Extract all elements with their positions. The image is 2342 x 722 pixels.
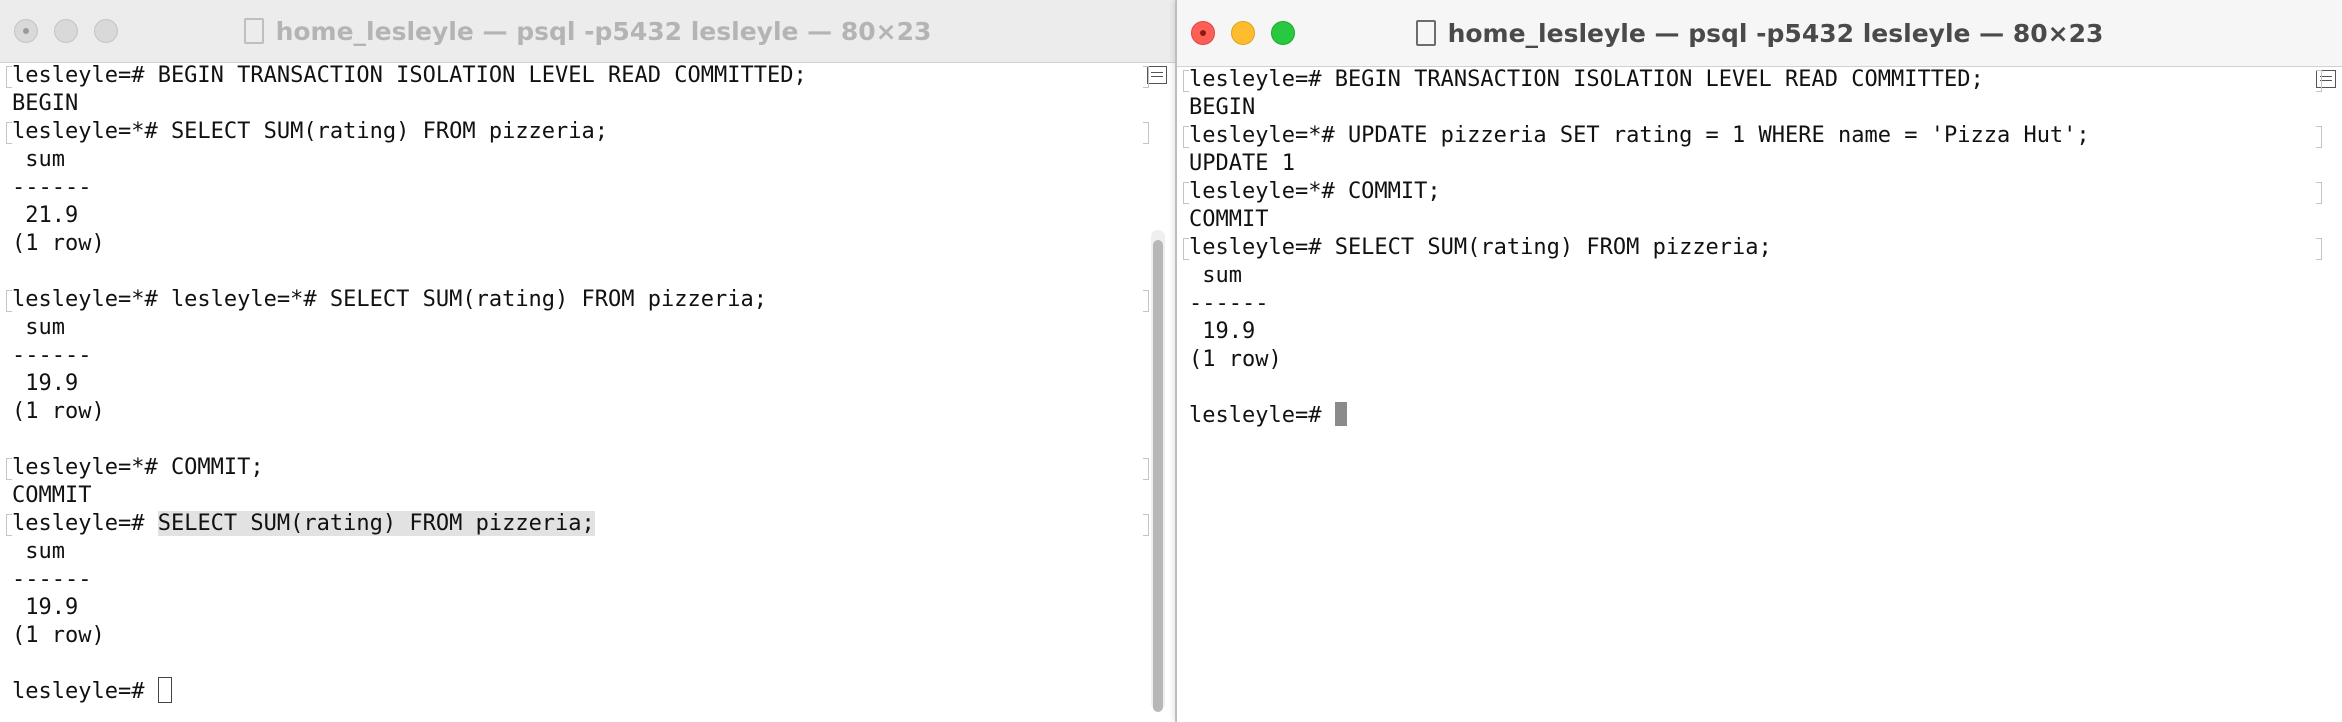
terminal-line: (1 row) [12,231,105,256]
minimize-window-icon[interactable] [1231,21,1255,45]
cursor [1334,402,1347,426]
window-controls [1191,0,1295,66]
terminal-window-left[interactable]: home_lesleyle — psql -p5432 lesleyle — 8… [0,0,1176,722]
terminal-output[interactable]: lesleyle=# BEGIN TRANSACTION ISOLATION L… [0,62,1175,722]
terminal-line: sum [12,147,65,172]
document-icon [243,18,264,44]
terminal-line: 19.9 [12,595,79,620]
terminal-line: sum [1189,263,1242,288]
terminal-line: 19.9 [12,371,79,396]
terminal-output[interactable]: lesleyle=# BEGIN TRANSACTION ISOLATION L… [1177,66,2342,722]
prompt-text: lesleyle=# [1189,403,1335,428]
window-title-text: home_lesleyle — psql -p5432 lesleyle — 8… [275,16,932,46]
prompt-text: lesleyle=# [12,511,158,536]
title-bar[interactable]: home_lesleyle — psql -p5432 lesleyle — 8… [0,0,1175,63]
terminal-line: (1 row) [12,399,105,424]
terminal-window-right[interactable]: home_lesleyle — psql -p5432 lesleyle — 8… [1176,0,2342,722]
terminal-line: sum [12,315,65,340]
terminal-line: UPDATE 1 [1189,151,1295,176]
terminal-line: COMMIT [1189,207,1269,232]
close-window-icon[interactable] [1191,21,1215,45]
document-icon [1415,20,1436,46]
title-bar[interactable]: home_lesleyle — psql -p5432 lesleyle — 8… [1177,0,2342,67]
close-window-icon[interactable] [14,19,38,43]
terminal-line: lesleyle=*# SELECT SUM(rating) FROM pizz… [6,118,1175,146]
zoom-window-icon[interactable] [94,19,118,43]
zoom-window-icon[interactable] [1271,21,1295,45]
window-title-text: home_lesleyle — psql -p5432 lesleyle — 8… [1447,18,2104,48]
terminal-line: 19.9 [1189,319,1256,344]
window-title: home_lesleyle — psql -p5432 lesleyle — 8… [243,16,932,46]
minimize-window-icon[interactable] [54,19,78,43]
terminal-line: lesleyle=*# COMMIT; [1183,178,2342,206]
terminal-line: ------ [12,567,92,592]
terminal-line: lesleyle=*# lesleyle=*# SELECT SUM(ratin… [6,286,1175,314]
terminal-line: lesleyle=# BEGIN TRANSACTION ISOLATION L… [1183,66,2342,94]
terminal-line: (1 row) [12,623,105,648]
terminal-line: ------ [12,343,92,368]
cursor [157,677,172,703]
terminal-line: 21.9 [12,203,79,228]
terminal-line: sum [12,539,65,564]
terminal-line: lesleyle=# SELECT SUM(rating) FROM pizze… [1183,234,2342,262]
terminal-line-highlighted: lesleyle=# SELECT SUM(rating) FROM pizze… [6,510,1175,538]
terminal-prompt-line[interactable]: lesleyle=# [1189,402,2342,430]
terminal-line: (1 row) [1189,347,1282,372]
window-controls [14,0,118,62]
terminal-line: lesleyle=*# COMMIT; [6,454,1175,482]
window-title: home_lesleyle — psql -p5432 lesleyle — 8… [1415,18,2104,48]
prompt-text: lesleyle=# [12,679,158,704]
selected-text[interactable]: SELECT SUM(rating) FROM pizzeria; [157,511,595,536]
terminal-line: COMMIT [12,483,92,508]
terminal-line: ------ [1189,291,1269,316]
terminal-line: lesleyle=# BEGIN TRANSACTION ISOLATION L… [6,62,1175,90]
terminal-line: lesleyle=*# UPDATE pizzeria SET rating =… [1183,122,2342,150]
terminal-line: ------ [12,175,92,200]
terminal-line: BEGIN [12,91,79,116]
terminal-prompt-line[interactable]: lesleyle=# [12,677,1175,706]
terminal-line: BEGIN [1189,95,1256,120]
